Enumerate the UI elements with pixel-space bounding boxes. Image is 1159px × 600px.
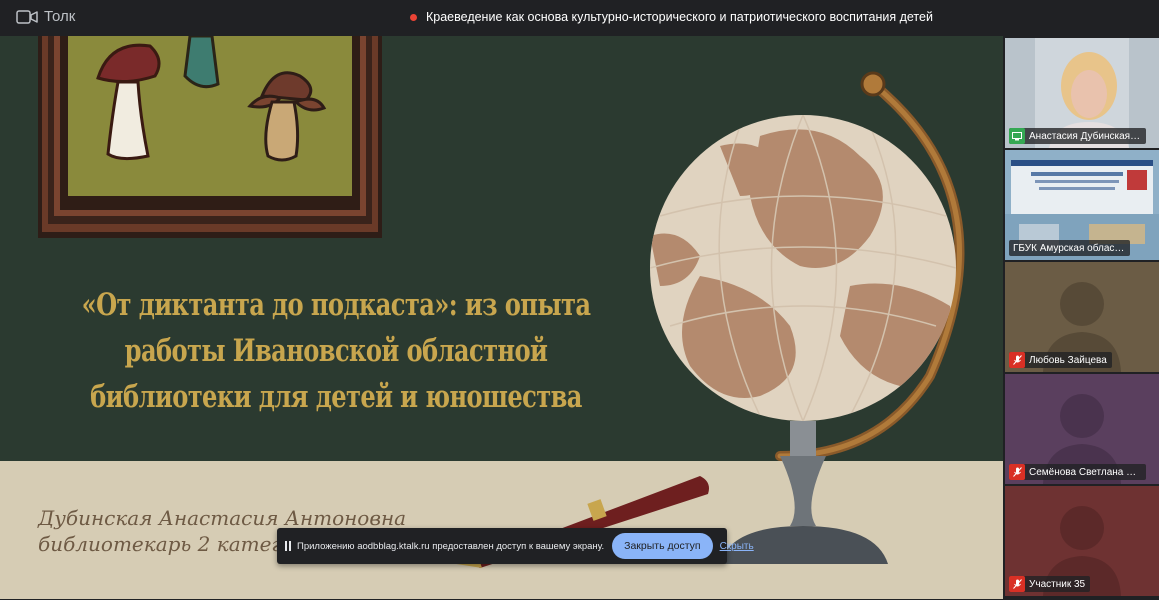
mic-muted-icon: [1009, 352, 1025, 368]
hide-notice-link[interactable]: Скрыть: [720, 541, 754, 552]
camera-icon: [16, 9, 38, 25]
pause-icon: [285, 541, 291, 551]
meeting-title-text: Краеведение как основа культурно-историч…: [426, 10, 933, 24]
mic-muted-icon: [1009, 576, 1025, 592]
participant-name: Семёнова Светлана С...: [1029, 466, 1141, 478]
participant-name-tag: Семёнова Светлана С...: [1009, 464, 1146, 480]
meeting-title: Краеведение как основа культурно-историч…: [410, 10, 933, 24]
participant-name-tag: ГБУК Амурская областная...: [1009, 240, 1130, 256]
participant-panel: Анастасия Дубинская,... ГБУК Амурская об…: [1003, 36, 1159, 600]
stop-sharing-button[interactable]: Закрыть доступ: [612, 533, 713, 559]
top-bar: Толк Краеведение как основа культурно-ис…: [0, 0, 1159, 36]
slide-title-line: библиотеки для детей и юношества: [90, 379, 582, 415]
mushroom-picture: [38, 36, 382, 238]
meeting-window: Толк Краеведение как основа культурно-ис…: [0, 0, 1159, 600]
participant-name-tag: Анастасия Дубинская,...: [1009, 128, 1146, 144]
recording-indicator-icon: [410, 13, 417, 21]
participant-name: Любовь Зайцева: [1029, 354, 1107, 366]
author-role: библиотекарь 2 катего: [38, 532, 294, 556]
participant-name: Анастасия Дубинская,...: [1029, 130, 1141, 142]
participant-name-tag: Участник 35: [1009, 576, 1091, 592]
participant-tile[interactable]: Семёнова Светлана С...: [1005, 374, 1159, 484]
participant-tile[interactable]: ГБУК Амурская областная...: [1005, 150, 1159, 260]
slide-title-line: работы Ивановской областной: [124, 333, 548, 369]
participant-tile[interactable]: Любовь Зайцева: [1005, 262, 1159, 372]
participant-tile[interactable]: Анастасия Дубинская,...: [1005, 38, 1159, 148]
slide-title-line: «От диктанта до подкаста»: из опыта: [81, 287, 591, 323]
screen-share-notice: Приложению aodbblag.ktalk.ru предоставле…: [277, 528, 754, 564]
screen-share-icon: [1009, 128, 1025, 144]
app-brand[interactable]: Толк: [16, 8, 75, 25]
slide-title: «От диктанта до подкаста»: из опыта рабо…: [24, 282, 648, 420]
participant-name: Участник 35: [1029, 578, 1086, 590]
screen-share-notice-text: Приложению aodbblag.ktalk.ru предоставле…: [297, 540, 605, 552]
author-name: Дубинская Анастасия Антоновна: [38, 506, 407, 530]
participant-name-tag: Любовь Зайцева: [1009, 352, 1112, 368]
participant-name: ГБУК Амурская областная...: [1013, 242, 1125, 254]
shared-screen: «От диктанта до подкаста»: из опыта рабо…: [0, 36, 1003, 599]
app-name: Толк: [44, 8, 76, 25]
participant-tile[interactable]: Участник 35: [1005, 486, 1159, 596]
mic-muted-icon: [1009, 464, 1025, 480]
